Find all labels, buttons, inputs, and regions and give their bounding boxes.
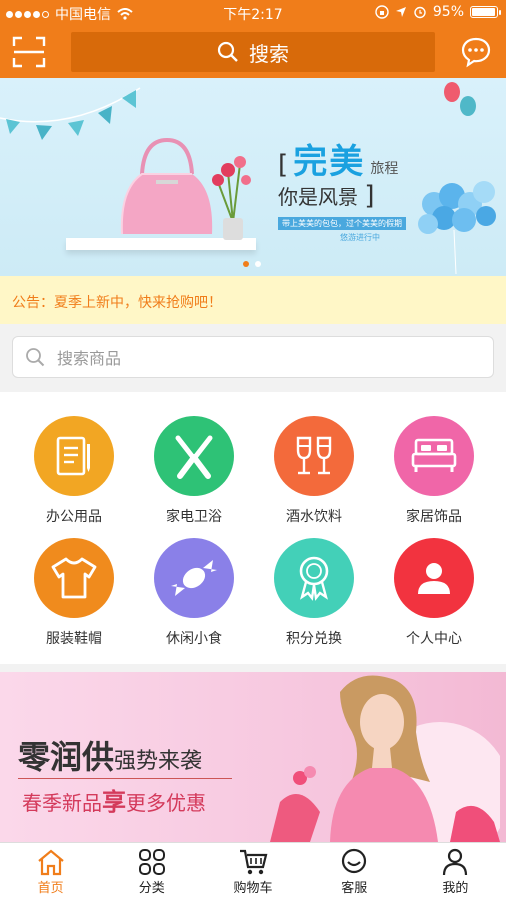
carousel-dots[interactable]	[243, 261, 261, 267]
pliers-icon	[175, 435, 213, 479]
announcement-text: 公告：夏季上新中，快来抢购吧！	[12, 295, 222, 311]
tshirt-icon	[51, 557, 97, 599]
chat-face-icon	[342, 848, 367, 874]
chat-bubble-icon	[461, 37, 491, 68]
scan-button[interactable]	[12, 36, 46, 68]
promo-banner[interactable]: 零润供强势来袭 春季新品享更多优惠	[0, 672, 506, 842]
promo-title: 零润供强势来袭	[18, 732, 202, 778]
category-points-exchange[interactable]: 积分兑换	[254, 538, 374, 658]
tab-label: 客服	[341, 881, 368, 896]
banner-line2: 你是风景	[278, 185, 358, 209]
tab-customer-service[interactable]: 客服	[304, 843, 405, 900]
bed-icon	[411, 438, 457, 472]
category-drinks[interactable]: 酒水饮料	[254, 416, 374, 536]
category-office-supplies[interactable]: 办公用品	[14, 416, 134, 536]
category-home-decor[interactable]: 家居饰品	[374, 416, 494, 536]
category-label: 积分兑换	[286, 631, 342, 647]
announcement-bar[interactable]: 公告：夏季上新中，快来抢购吧！	[0, 276, 506, 324]
header-search-label: 搜索	[249, 41, 289, 66]
tab-label: 分类	[138, 881, 165, 896]
balloons-image	[418, 181, 496, 274]
battery-icon	[470, 6, 501, 18]
product-search-placeholder: 搜索商品	[57, 349, 122, 368]
category-icon-circle	[394, 538, 474, 618]
carousel-dot[interactable]	[255, 261, 261, 267]
battery-percent: 95%	[432, 4, 464, 20]
model-image	[270, 675, 500, 842]
promo-title-suffix: 强势来袭	[114, 749, 203, 774]
category-personal-center[interactable]: 个人中心	[374, 538, 494, 658]
banner-carousel[interactable]: [ 完美 旅程 你是风景 ] 带上美美的包包，过个美美的假期 悠游进行中	[0, 78, 506, 276]
promo-title-main: 零润供	[18, 738, 115, 776]
category-icon-circle	[154, 416, 234, 496]
grid-icon	[138, 849, 165, 875]
notepad-icon	[56, 436, 90, 476]
location-icon	[395, 7, 406, 17]
wine-glasses-icon	[296, 436, 332, 475]
promo-subtitle-c: 更多优惠	[126, 791, 206, 815]
category-label: 服装鞋帽	[46, 631, 102, 647]
person-icon	[443, 848, 468, 876]
search-icon	[217, 41, 238, 62]
category-label: 个人中心	[406, 631, 462, 647]
banner-headline: 完美	[293, 142, 366, 182]
handbag-image	[120, 137, 213, 235]
category-icon-circle	[274, 538, 354, 618]
home-icon	[37, 849, 64, 876]
tab-label: 首页	[37, 881, 64, 896]
category-appliances[interactable]: 家电卫浴	[134, 416, 254, 536]
medal-icon	[299, 556, 329, 601]
user-icon	[418, 563, 450, 594]
search-icon	[26, 348, 45, 367]
tab-label: 购物车	[233, 881, 273, 896]
category-clothing[interactable]: 服装鞋帽	[14, 538, 134, 658]
scan-icon	[12, 36, 46, 68]
tab-mine[interactable]: 我的	[405, 843, 506, 900]
category-label: 家居饰品	[406, 509, 462, 525]
top-header: 搜索	[0, 26, 506, 78]
promo-subtitle-b: 享	[102, 788, 126, 816]
category-icon-circle	[34, 538, 114, 618]
candy-icon	[171, 560, 217, 596]
promo-subtitle-a: 春季新品	[22, 791, 102, 815]
bottom-tab-bar: 首页 分类 购物车 客服 我的	[0, 842, 506, 900]
category-label: 家电卫浴	[166, 509, 222, 525]
flower-vase-image	[212, 156, 251, 240]
promo-divider	[18, 778, 232, 779]
alarm-icon	[414, 6, 426, 19]
message-button[interactable]	[460, 36, 492, 68]
hot-air-balloon-icon	[444, 82, 476, 116]
header-search-bar[interactable]: 搜索	[71, 32, 435, 72]
category-icon-circle	[154, 538, 234, 618]
category-icon-circle	[394, 416, 474, 496]
category-icon-circle	[34, 416, 114, 496]
tab-home[interactable]: 首页	[0, 843, 101, 900]
cart-icon	[240, 849, 268, 875]
banner-tagline: 带上美美的包包，过个美美的假期	[278, 217, 406, 230]
category-label: 休闲小食	[166, 631, 222, 647]
category-label: 酒水饮料	[286, 509, 342, 525]
product-search-input[interactable]: 搜索商品	[12, 336, 494, 378]
tab-category[interactable]: 分类	[101, 843, 202, 900]
tab-label: 我的	[442, 881, 469, 896]
rotation-lock-icon	[375, 5, 389, 19]
category-label: 办公用品	[46, 509, 102, 525]
banner-suffix: 旅程	[370, 161, 399, 177]
tab-cart[interactable]: 购物车	[202, 843, 303, 900]
carousel-dot[interactable]	[243, 261, 249, 267]
status-bar: 中国电信 下午2:17 95%	[0, 0, 506, 26]
category-snacks[interactable]: 休闲小食	[134, 538, 254, 658]
promo-subtitle: 春季新品享更多优惠	[22, 782, 206, 817]
category-icon-circle	[274, 416, 354, 496]
category-grid: 办公用品 家电卫浴 酒水饮料 家居饰品 服装鞋帽 休闲小食 积分兑换 个人中心	[0, 392, 506, 664]
